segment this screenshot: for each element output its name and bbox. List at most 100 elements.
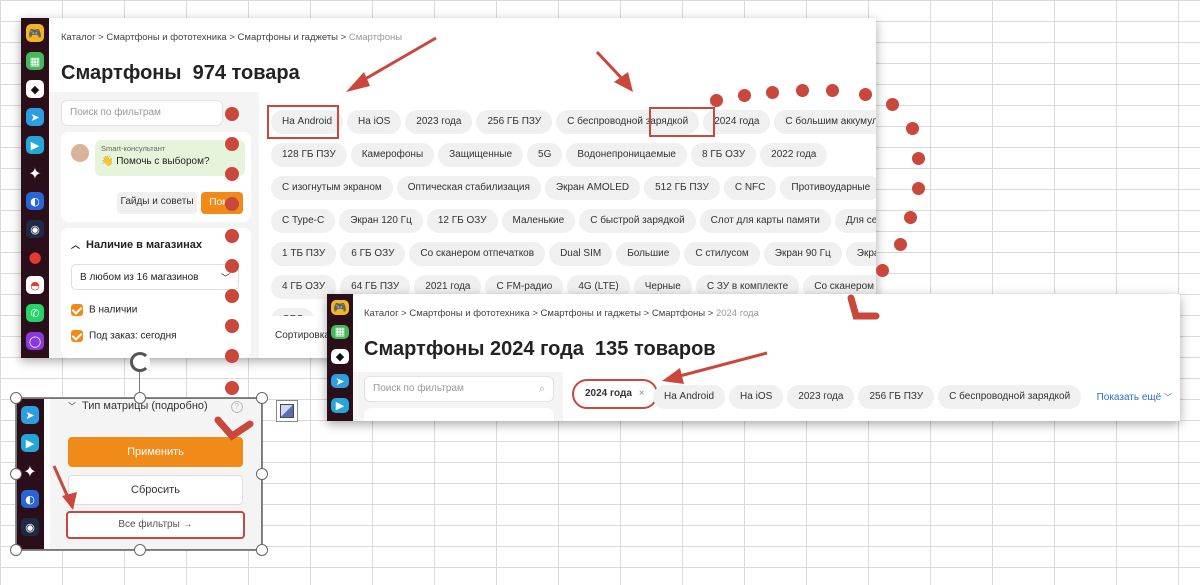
filter-chip[interactable]: На iOS <box>347 110 402 134</box>
filter-chip[interactable]: С быстрой зарядкой <box>579 209 696 233</box>
annotation-dot <box>904 211 917 224</box>
grid-app-icon[interactable]: ▦ <box>26 52 44 70</box>
telegram-icon[interactable]: ➤ <box>26 108 44 126</box>
guides-button[interactable]: Гайды и советы <box>117 192 197 214</box>
filter-chip[interactable]: С NFC <box>723 176 777 200</box>
filter-chip[interactable]: Оптическая стабилизация <box>396 176 541 200</box>
sparkle-icon[interactable]: ✦ <box>26 164 44 183</box>
help-icon[interactable]: ? <box>230 401 243 413</box>
consultant-card: Smart-консультант 👋 Помочь с выбором? Га… <box>61 132 251 222</box>
filter-chip[interactable]: Экран AMOLED <box>544 176 641 200</box>
filter-chip[interactable]: Экран 90 Гц <box>763 242 842 266</box>
filter-chip[interactable]: На Android <box>653 385 726 409</box>
filter-search-input[interactable]: Поиск по фильтрам <box>61 100 223 126</box>
resize-handle[interactable] <box>256 468 268 480</box>
grid-app-icon[interactable]: ▦ <box>331 324 349 340</box>
filter-chip[interactable]: Защищенные <box>438 143 524 167</box>
filter-chip[interactable]: Слот для карты памяти <box>699 209 831 233</box>
filter-chip[interactable]: 5G <box>527 143 563 167</box>
filter-chip[interactable]: 2022 года <box>760 143 828 167</box>
checkbox-in-stock[interactable]: В наличии <box>71 304 137 316</box>
telegram-icon[interactable]: ➤ <box>331 373 349 389</box>
filter-chip[interactable]: С изогнутым экраном <box>271 176 393 200</box>
whatsapp-icon[interactable]: ✆ <box>26 304 44 322</box>
filter-chip[interactable]: Для селфи <box>834 209 876 233</box>
breadcrumb-item[interactable]: Смартфоны и гаджеты <box>238 32 338 43</box>
breadcrumb-item[interactable]: Смартфоны и гаджеты <box>541 308 641 319</box>
alice-icon[interactable]: ◯ <box>26 332 44 350</box>
filter-chip[interactable]: С беспроводной зарядкой <box>938 385 1082 409</box>
filter-chip[interactable]: Водонепроницаемые <box>566 143 687 167</box>
play-icon[interactable]: ▶ <box>331 398 349 413</box>
filter-chip[interactable]: Большие <box>616 242 681 266</box>
browser-icon[interactable]: ◐ <box>21 490 39 508</box>
store-select[interactable]: В любом из 16 магазинов ﹀ <box>71 264 239 290</box>
sort-label[interactable]: Сортировка <box>275 330 330 341</box>
filter-chip[interactable]: Со сканером отпечатков <box>409 242 546 266</box>
filter-chip[interactable]: 2024 года <box>703 110 771 134</box>
resize-handle[interactable] <box>134 392 146 404</box>
play-icon[interactable]: ▶ <box>26 136 44 154</box>
resize-handle[interactable] <box>10 392 22 404</box>
telegram-icon[interactable]: ➤ <box>21 406 39 424</box>
breadcrumb-item[interactable]: Каталог <box>61 32 96 43</box>
target-icon[interactable]: ◆ <box>331 349 349 364</box>
filter-chip[interactable]: На Android <box>271 110 344 134</box>
checkbox-label: В наличии <box>89 304 138 316</box>
resize-handle[interactable] <box>134 544 146 556</box>
breadcrumb-item[interactable]: Смартфоны и фототехника <box>409 308 529 319</box>
filter-chip[interactable]: Экран IPS <box>845 242 876 266</box>
filter-chip[interactable]: 12 ГБ ОЗУ <box>426 209 498 233</box>
filter-chip[interactable]: 8 ГБ ОЗУ <box>691 143 757 167</box>
resize-handle[interactable] <box>256 392 268 404</box>
filter-chip[interactable]: 6 ГБ ОЗУ <box>340 242 406 266</box>
browser-icon[interactable]: ◐ <box>26 192 44 210</box>
show-more-link[interactable]: Показать ещё ﹀ <box>1097 392 1172 403</box>
matrix-type-heading[interactable]: ﹀ Тип матрицы (подробно) ? <box>68 400 243 413</box>
filter-chip[interactable]: С большим аккумулятором <box>774 110 876 134</box>
image-layout-icon[interactable] <box>276 400 298 422</box>
filter-chip[interactable]: С беспроводной зарядкой <box>556 110 700 134</box>
close-icon[interactable]: × <box>639 388 645 399</box>
breadcrumb-item[interactable]: Смартфоны и фототехника <box>106 32 226 43</box>
filter-chip[interactable]: Камерофоны <box>350 143 435 167</box>
breadcrumb-item[interactable]: Каталог <box>364 308 399 319</box>
filter-chip[interactable]: 128 ГБ ПЗУ <box>271 143 347 167</box>
game-icon[interactable]: 🎮 <box>331 300 349 315</box>
filter-chip[interactable]: С Type-C <box>271 209 336 233</box>
eye-icon[interactable]: ◉ <box>26 220 44 238</box>
eye-icon[interactable]: ◉ <box>21 518 39 536</box>
filter-chip[interactable]: 1 ТБ ПЗУ <box>271 242 337 266</box>
filter-chip[interactable]: На iOS <box>729 385 784 409</box>
resize-handle[interactable] <box>10 544 22 556</box>
rotate-handle-icon[interactable] <box>130 352 150 372</box>
filter-chip[interactable]: 256 ГБ ПЗУ <box>858 385 935 409</box>
apply-button[interactable]: Применить <box>68 437 243 467</box>
filter-chip[interactable]: Экран 120 Гц <box>339 209 423 233</box>
play-icon[interactable]: ▶ <box>21 434 39 452</box>
filter-chip[interactable]: Маленькие <box>501 209 576 233</box>
checkbox-order-today[interactable]: Под заказ: сегодня <box>71 330 177 342</box>
filter-chip[interactable]: 256 ГБ ПЗУ <box>476 110 553 134</box>
pokeball-icon[interactable]: ◓ <box>26 276 44 294</box>
breadcrumb: Каталог > Смартфоны и фототехника > Смар… <box>61 32 403 43</box>
consultant-message[interactable]: 👋 Помочь с выбором? <box>101 156 239 167</box>
filter-chip[interactable]: 2023 года <box>405 110 473 134</box>
all-filters-button[interactable]: Все фильтры → <box>66 511 245 539</box>
map-pin-icon[interactable]: ● <box>26 248 44 266</box>
reset-button[interactable]: Сбросить <box>68 475 243 505</box>
filter-chip[interactable]: С стилусом <box>684 242 760 266</box>
filter-chip[interactable]: Противоударные <box>780 176 876 200</box>
availability-heading[interactable]: ︿ Наличие в магазинах <box>71 238 202 251</box>
sparkle-icon[interactable]: ✦ <box>21 462 39 481</box>
filter-search-input[interactable]: Поиск по фильтрам ⌕ <box>364 376 554 402</box>
breadcrumb-item[interactable]: Смартфоны <box>652 308 705 319</box>
resize-handle[interactable] <box>256 544 268 556</box>
game-icon[interactable]: 🎮 <box>26 24 44 42</box>
filter-chip[interactable]: 2023 года <box>787 385 855 409</box>
filter-chip[interactable]: 512 ГБ ПЗУ <box>644 176 720 200</box>
resize-handle[interactable] <box>10 468 22 480</box>
active-chip-2024[interactable]: 2024 года × <box>572 379 658 409</box>
filter-chip[interactable]: Dual SIM <box>549 242 613 266</box>
target-icon[interactable]: ◆ <box>26 80 44 98</box>
